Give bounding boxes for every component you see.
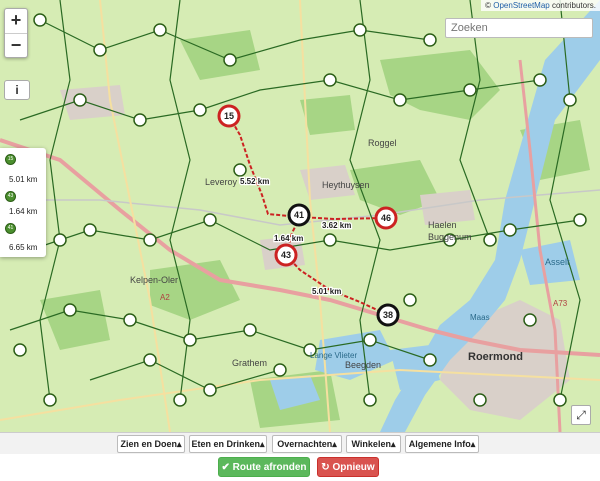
label-lange-vlieter: Lange Vlieter: [310, 351, 357, 360]
restart-button[interactable]: ↻ Opnieuw: [317, 457, 379, 477]
route-panel-node-3: 41: [5, 223, 16, 234]
zoom-control: + −: [4, 8, 28, 58]
label-a2: A2: [160, 293, 170, 302]
attribution-link[interactable]: OpenStreetMap: [493, 1, 549, 10]
finish-route-button[interactable]: ✔ Route afronden: [218, 457, 310, 477]
route-panel-distance-1: 5.01 km: [9, 175, 38, 184]
label-kelpen: Kelpen-Oler: [130, 275, 178, 285]
label-heythuysen: Heythuysen: [322, 180, 370, 190]
expand-icon[interactable]: ⤢: [571, 405, 591, 425]
finish-route-label: Route afronden: [232, 462, 307, 473]
refresh-icon: ↻: [321, 462, 330, 473]
svg-text:46: 46: [381, 213, 391, 223]
route-panel-node-1: 15: [5, 154, 16, 165]
segment-label-3: 1.64 km: [274, 234, 303, 243]
segment-label-1: 5.52 km: [240, 177, 269, 186]
route-node-15[interactable]: 15: [217, 104, 241, 128]
action-bar: ✔ Route afronden ↻ Opnieuw: [0, 454, 600, 481]
segment-label-4: 5.01 km: [312, 287, 341, 296]
map-canvas[interactable]: Roermond Haelen Buggenum Heythuysen Rogg…: [0, 0, 600, 432]
menu-winkelen[interactable]: Winkelen▴: [346, 435, 401, 453]
label-roermond: Roermond: [468, 351, 523, 363]
category-menubar: Zien en Doen▴ Eten en Drinken▴ Overnacht…: [0, 432, 600, 454]
route-panel-node-2: 43: [5, 191, 16, 202]
label-buggenum: Buggenum: [428, 232, 472, 242]
attribution-prefix: ©: [485, 1, 492, 10]
zoom-out-button[interactable]: −: [5, 33, 27, 57]
label-haelen: Haelen: [428, 220, 457, 230]
route-panel-distance-3: 6.65 km: [9, 243, 38, 252]
svg-text:38: 38: [383, 310, 393, 320]
route-panel: 15 5.01 km 43 1.64 km 41 6.65 km: [0, 148, 46, 257]
route-panel-distance-2: 1.64 km: [9, 207, 38, 216]
route-node-38[interactable]: 38: [376, 303, 400, 327]
map-attribution: © OpenStreetMap contributors.: [481, 0, 600, 11]
route-node-43[interactable]: 43: [274, 243, 298, 267]
map-label-layer: Roermond Haelen Buggenum Heythuysen Rogg…: [130, 104, 570, 370]
route-node-41[interactable]: 41: [287, 203, 311, 227]
label-a73: A73: [553, 299, 568, 308]
menu-eten-en-drinken[interactable]: Eten en Drinken▴: [189, 435, 267, 453]
menu-algemene-info[interactable]: Algemene Info▴: [405, 435, 479, 453]
svg-text:43: 43: [281, 250, 291, 260]
label-maas: Maas: [470, 313, 490, 322]
attribution-suffix: contributors.: [551, 1, 596, 10]
label-grathem: Grathem: [232, 358, 267, 368]
label-leveroy: Leveroy: [205, 177, 238, 187]
label-roggel: Roggel: [368, 138, 397, 148]
segment-label-2: 3.62 km: [322, 221, 351, 230]
restart-label: Opnieuw: [332, 462, 375, 473]
menu-overnachten[interactable]: Overnachten▴: [272, 435, 342, 453]
app: Roermond Haelen Buggenum Heythuysen Rogg…: [0, 0, 600, 481]
checkmark-icon: ✔: [221, 462, 230, 473]
svg-text:41: 41: [294, 210, 304, 220]
zoom-in-button[interactable]: +: [5, 9, 27, 33]
menu-zien-en-doen[interactable]: Zien en Doen▴: [117, 435, 185, 453]
label-asselt: Asselt: [545, 257, 570, 267]
search-input[interactable]: [445, 18, 593, 38]
route-node-46[interactable]: 46: [374, 206, 398, 230]
svg-text:15: 15: [224, 111, 234, 121]
label-beegden: Beegden: [345, 360, 381, 370]
info-icon[interactable]: i: [4, 80, 30, 100]
